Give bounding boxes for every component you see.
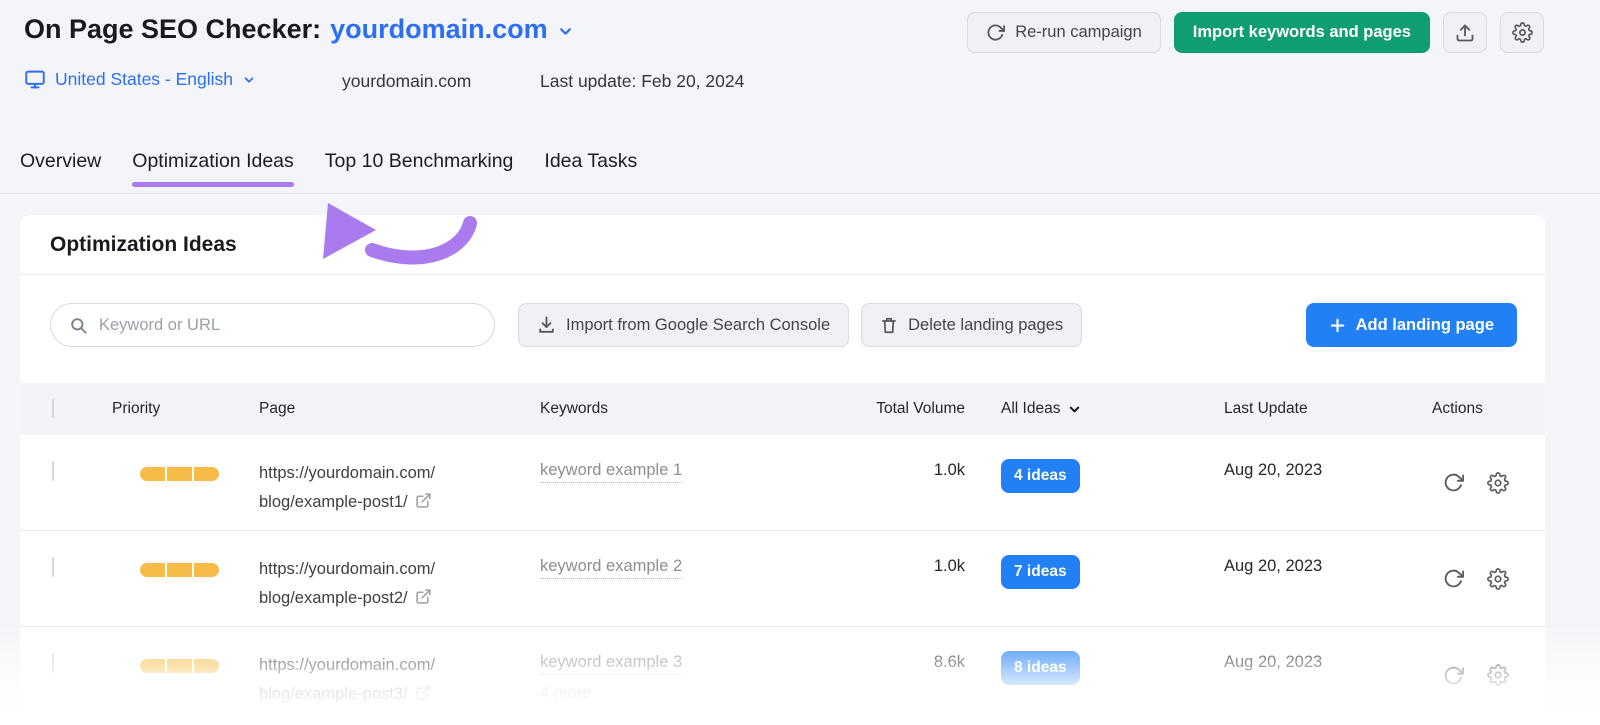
total-volume-value: 1.0k — [790, 435, 965, 530]
ideas-badge[interactable]: 4 ideas — [1001, 459, 1080, 493]
main-tabs: Overview Optimization Ideas Top 10 Bench… — [20, 146, 637, 176]
keyword-link[interactable]: keyword example 3 — [540, 653, 682, 675]
locale-label: United States - English — [55, 69, 233, 90]
external-link-icon[interactable] — [415, 492, 432, 509]
rerun-row-icon[interactable] — [1443, 472, 1464, 493]
row-checkbox[interactable] — [52, 461, 54, 481]
search-icon — [69, 316, 88, 335]
column-actions: Actions — [1412, 400, 1545, 418]
column-total-volume: Total Volume — [790, 400, 965, 418]
landing-pages-table: Priority Page Keywords Total Volume All … — [20, 383, 1545, 723]
row-settings-gear-icon[interactable] — [1487, 568, 1509, 590]
site-name: yourdomain.com — [342, 71, 471, 92]
page-url: https://yourdomain.com/ blog/example-pos… — [259, 435, 540, 530]
delete-landing-pages-label: Delete landing pages — [908, 316, 1063, 335]
plus-icon — [1329, 317, 1346, 334]
ideas-filter-dropdown[interactable]: All Ideas — [1001, 400, 1204, 418]
panel-title: Optimization Ideas — [50, 233, 237, 257]
delete-landing-pages-button[interactable]: Delete landing pages — [861, 303, 1082, 347]
trash-icon — [880, 316, 898, 335]
chevron-down-icon — [242, 73, 256, 87]
rerun-row-icon[interactable] — [1443, 665, 1464, 686]
last-update-value: Aug 20, 2023 — [1204, 435, 1412, 530]
column-page: Page — [259, 400, 540, 418]
row-settings-gear-icon[interactable] — [1487, 472, 1509, 494]
import-keywords-label: Import keywords and pages — [1193, 23, 1411, 42]
tab-idea-tasks[interactable]: Idea Tasks — [544, 146, 637, 176]
campaign-meta-row: United States - English yourdomain.com L… — [0, 69, 1600, 97]
external-link-icon[interactable] — [415, 588, 432, 605]
monitor-icon — [24, 69, 46, 90]
add-landing-page-label: Add landing page — [1356, 316, 1494, 335]
keyword-link[interactable]: keyword example 1 — [540, 461, 682, 483]
locale-selector[interactable]: United States - English — [24, 69, 256, 90]
priority-indicator — [140, 563, 219, 577]
tab-optimization-ideas[interactable]: Optimization Ideas — [132, 146, 294, 176]
curved-arrow-annotation — [314, 201, 482, 283]
column-keywords: Keywords — [540, 400, 790, 418]
rerun-campaign-button[interactable]: Re-run campaign — [967, 12, 1161, 53]
page-title: On Page SEO Checker: yourdomain.com — [24, 14, 574, 45]
table-row: https://yourdomain.com/ blog/example-pos… — [20, 531, 1545, 627]
export-button[interactable] — [1443, 12, 1487, 53]
total-volume-value: 1.0k — [790, 531, 965, 626]
total-volume-value: 8.6k — [790, 627, 965, 723]
campaign-domain[interactable]: yourdomain.com — [330, 14, 548, 45]
settings-button[interactable] — [1500, 12, 1544, 53]
page-url: https://yourdomain.com/ blog/example-pos… — [259, 531, 540, 626]
tabs-divider — [0, 193, 1600, 194]
table-row: https://yourdomain.com/ blog/example-pos… — [20, 627, 1545, 723]
last-update-text: Last update: Feb 20, 2024 — [540, 71, 744, 92]
optimization-ideas-panel: Optimization Ideas Import from Google Se… — [20, 215, 1545, 725]
ideas-badge[interactable]: 7 ideas — [1001, 555, 1080, 589]
gear-icon — [1512, 22, 1533, 43]
table-row: https://yourdomain.com/ blog/example-pos… — [20, 435, 1545, 531]
rerun-campaign-label: Re-run campaign — [1015, 23, 1142, 42]
import-gsc-label: Import from Google Search Console — [566, 316, 830, 335]
tab-overview[interactable]: Overview — [20, 146, 101, 176]
search-input[interactable] — [99, 316, 476, 335]
panel-toolbar: Import from Google Search Console Delete… — [20, 275, 1545, 347]
header-actions: Re-run campaign Import keywords and page… — [967, 12, 1544, 53]
panel-header: Optimization Ideas — [20, 215, 1545, 275]
row-checkbox[interactable] — [52, 557, 54, 577]
more-keywords-link[interactable]: 4 more — [540, 684, 591, 706]
select-all-checkbox[interactable] — [52, 399, 54, 418]
import-keywords-button[interactable]: Import keywords and pages — [1174, 12, 1430, 53]
chevron-down-icon[interactable] — [557, 23, 574, 40]
table-header-row: Priority Page Keywords Total Volume All … — [20, 383, 1545, 435]
refresh-icon — [986, 23, 1005, 42]
active-tab-underline — [132, 182, 294, 187]
external-link-icon[interactable] — [415, 684, 432, 701]
chevron-down-icon — [1067, 402, 1082, 417]
priority-indicator — [140, 467, 219, 481]
column-last-update: Last Update — [1204, 400, 1412, 418]
row-checkbox[interactable] — [52, 653, 54, 673]
download-icon — [537, 316, 556, 335]
last-update-value: Aug 20, 2023 — [1204, 531, 1412, 626]
priority-indicator — [140, 659, 219, 673]
keyword-link[interactable]: keyword example 2 — [540, 557, 682, 579]
ideas-filter-label: All Ideas — [1001, 400, 1060, 418]
last-update-value: Aug 20, 2023 — [1204, 627, 1412, 723]
upload-icon — [1455, 23, 1475, 43]
column-priority: Priority — [112, 400, 259, 418]
import-gsc-button[interactable]: Import from Google Search Console — [518, 303, 849, 347]
rerun-row-icon[interactable] — [1443, 568, 1464, 589]
search-box — [50, 303, 495, 347]
tab-top10-benchmarking[interactable]: Top 10 Benchmarking — [325, 146, 514, 176]
ideas-badge[interactable]: 8 ideas — [1001, 651, 1080, 685]
row-settings-gear-icon[interactable] — [1487, 664, 1509, 686]
page-url: https://yourdomain.com/ blog/example-pos… — [259, 627, 540, 723]
add-landing-page-button[interactable]: Add landing page — [1306, 303, 1517, 347]
page-title-text: On Page SEO Checker: — [24, 14, 321, 45]
